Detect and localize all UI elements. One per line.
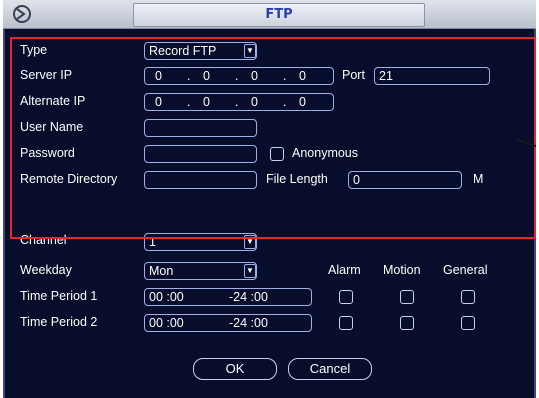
time-period-2-start[interactable]: 00 :00	[149, 316, 184, 330]
time-period-1-field[interactable]: 00 :00 -24 :00	[144, 288, 312, 306]
time-period-2-label: Time Period 2	[20, 315, 98, 329]
server-ip-octet-2[interactable]: 0	[203, 68, 210, 84]
time-period-1-label: Time Period 1	[20, 289, 98, 303]
window-title: FTP	[133, 3, 425, 27]
alternate-ip-label: Alternate IP	[20, 94, 86, 108]
type-label: Type	[20, 43, 48, 57]
anonymous-checkbox[interactable]	[270, 147, 284, 161]
alternate-ip-octet-1[interactable]: 0	[155, 94, 162, 110]
ftp-dialog	[3, 0, 536, 398]
weekday-value: Mon	[149, 264, 174, 278]
anonymous-label: Anonymous	[292, 146, 359, 160]
alternate-ip-octet-4[interactable]: 0	[299, 94, 306, 110]
type-select[interactable]: Record FTP ▼	[144, 42, 257, 60]
user-name-label: User Name	[20, 120, 84, 134]
alarm-column-header: Alarm	[328, 263, 361, 277]
chevron-down-icon[interactable]: ▼	[244, 264, 256, 278]
alternate-ip-field[interactable]: 0 . 0 . 0 . 0	[144, 93, 334, 111]
ok-button[interactable]: OK	[193, 358, 277, 380]
ip-separator: .	[283, 69, 287, 83]
password-label: Password	[20, 146, 75, 160]
device-logo-icon	[13, 5, 31, 23]
channel-select[interactable]: 1 ▼	[144, 233, 257, 251]
type-value: Record FTP	[149, 44, 217, 58]
password-field[interactable]	[144, 145, 257, 163]
chevron-down-icon[interactable]: ▼	[244, 44, 256, 58]
time-period-2-end[interactable]: -24 :00	[229, 315, 268, 331]
ip-separator: .	[235, 69, 239, 83]
user-name-field[interactable]	[144, 119, 257, 137]
port-field[interactable]: 21	[374, 67, 490, 85]
ip-separator: .	[187, 95, 191, 109]
remote-directory-label: Remote Directory	[20, 172, 118, 186]
weekday-select[interactable]: Mon ▼	[144, 262, 257, 280]
ip-separator: .	[187, 69, 191, 83]
time-period-2-alarm-checkbox[interactable]	[339, 316, 353, 330]
time-period-2-field[interactable]: 00 :00 -24 :00	[144, 314, 312, 332]
file-length-field[interactable]: 0	[348, 171, 462, 189]
server-ip-octet-4[interactable]: 0	[299, 68, 306, 84]
time-period-1-general-checkbox[interactable]	[461, 290, 475, 304]
chevron-down-icon[interactable]: ▼	[244, 235, 256, 249]
server-ip-label: Server IP	[20, 68, 73, 82]
server-ip-field[interactable]: 0 . 0 . 0 . 0	[144, 67, 334, 85]
general-column-header: General	[443, 263, 488, 277]
ip-separator: .	[283, 95, 287, 109]
ip-separator: .	[235, 95, 239, 109]
time-period-1-alarm-checkbox[interactable]	[339, 290, 353, 304]
server-ip-octet-3[interactable]: 0	[251, 68, 258, 84]
alternate-ip-octet-2[interactable]: 0	[203, 94, 210, 110]
remote-directory-field[interactable]	[144, 171, 257, 189]
cancel-button[interactable]: Cancel	[288, 358, 372, 380]
motion-column-header: Motion	[383, 263, 421, 277]
file-length-unit: M	[473, 172, 484, 186]
time-period-2-general-checkbox[interactable]	[461, 316, 475, 330]
title-bar: FTP	[3, 0, 536, 29]
channel-label: Channel	[20, 233, 67, 247]
port-label: Port	[342, 68, 365, 82]
server-ip-octet-1[interactable]: 0	[155, 68, 162, 84]
time-period-1-start[interactable]: 00 :00	[149, 290, 184, 304]
file-length-label: File Length	[266, 172, 328, 186]
channel-value: 1	[149, 235, 156, 249]
alternate-ip-octet-3[interactable]: 0	[251, 94, 258, 110]
time-period-2-motion-checkbox[interactable]	[400, 316, 414, 330]
time-period-1-motion-checkbox[interactable]	[400, 290, 414, 304]
time-period-1-end[interactable]: -24 :00	[229, 289, 268, 305]
weekday-label: Weekday	[20, 263, 72, 277]
